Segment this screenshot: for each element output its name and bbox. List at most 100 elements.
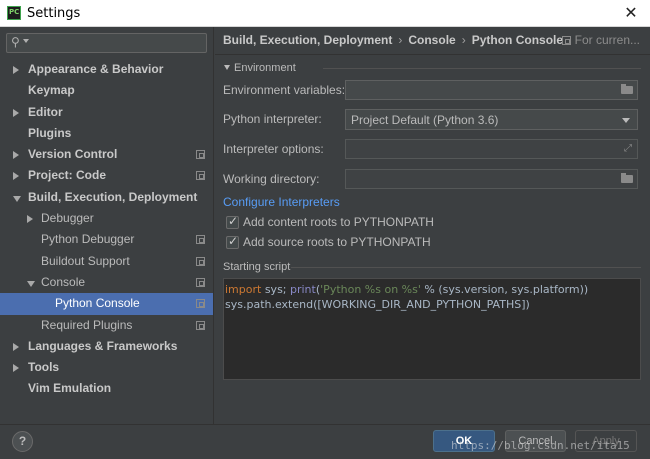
interpreter-options-field[interactable]: ⤢ (345, 139, 638, 159)
starting-script-title: Starting script (223, 261, 291, 273)
chevron-right-icon[interactable] (27, 215, 33, 224)
checkmark-icon: ✓ (228, 214, 239, 228)
help-button[interactable]: ? (12, 431, 33, 452)
close-icon[interactable]: ✕ (621, 3, 641, 23)
sidebar-item-label: Version Control (28, 147, 118, 162)
starting-script-editor[interactable]: import sys; print('Python %s on %s' % (s… (223, 278, 641, 380)
sidebar-item-label: Project: Code (28, 168, 107, 183)
environment-section-title[interactable]: Environment (224, 62, 296, 74)
code-line: import sys; print('Python %s on %s' % (s… (225, 283, 589, 296)
breadcrumb-item: Console (408, 33, 456, 47)
copy-icon (561, 36, 571, 45)
sidebar-item-label: Buildout Support (41, 253, 130, 268)
chevron-down-icon[interactable] (13, 195, 21, 202)
header-divider (215, 54, 650, 55)
sidebar-item-label: Debugger (41, 211, 94, 226)
sidebar-item-python-debugger[interactable]: Python Debugger (0, 229, 213, 250)
interpreter-value: Project Default (Python 3.6) (351, 113, 499, 127)
section-divider (291, 267, 641, 268)
chevron-right-icon[interactable] (13, 342, 19, 351)
copy-icon (196, 150, 205, 160)
breadcrumb: Build, Execution, Deployment › Console › Pyt… (223, 33, 563, 47)
sidebar-item-editor[interactable]: Editor (0, 102, 213, 123)
window-title: Settings (27, 6, 81, 21)
copy-icon (196, 171, 205, 181)
sidebar-item-build-execution-deployment[interactable]: Build, Execution, Deployment (0, 187, 213, 208)
sidebar-item-keymap[interactable]: Keymap (0, 80, 213, 101)
sidebar-item-required-plugins[interactable]: Required Plugins (0, 315, 213, 336)
window-titlebar: Settings ✕ (0, 0, 650, 27)
checkbox[interactable]: ✓ (226, 214, 239, 229)
settings-content: Build, Execution, Deployment › Console › Pyt… (215, 27, 650, 424)
sidebar-item-label: Required Plugins (41, 317, 133, 332)
working-dir-field[interactable] (345, 169, 638, 189)
env-vars-label: Environment variables: (223, 83, 346, 97)
checkbox[interactable]: ✓ (226, 234, 239, 249)
section-divider (323, 68, 641, 69)
chevron-down-icon[interactable] (27, 280, 35, 287)
ok-button[interactable]: OK (433, 430, 495, 452)
settings-tree: Appearance & Behavior Keymap Editor Plugins… (0, 59, 213, 400)
chevron-down-icon[interactable] (23, 39, 29, 43)
chevron-down-icon (622, 118, 630, 123)
copy-icon (196, 299, 205, 309)
sidebar-item-python-console[interactable]: Python Console (0, 293, 213, 315)
settings-sidebar: ⚲ Appearance & Behavior Keymap Editor Plugi… (0, 27, 214, 424)
chevron-right-icon[interactable] (13, 172, 19, 181)
dialog-footer: ? OK Cancel Apply https://blog.csdn.net/… (0, 424, 650, 459)
add-content-roots-label: Add content roots to PYTHONPATH (243, 215, 434, 229)
folder-icon[interactable] (621, 173, 633, 183)
pycharm-logo-icon (7, 6, 21, 20)
apply-button[interactable]: Apply (575, 430, 637, 452)
breadcrumb-item: Build, Execution, Deployment (223, 33, 393, 47)
breadcrumb-item: Python Console (471, 33, 564, 47)
sidebar-item-languages-frameworks[interactable]: Languages & Frameworks (0, 336, 213, 357)
for-current-project-label: For curren... (561, 33, 640, 47)
copy-icon (196, 320, 205, 330)
breadcrumb-separator: › (398, 33, 403, 47)
copy-icon (196, 256, 205, 266)
search-icon: ⚲ (11, 35, 20, 49)
interpreter-label: Python interpreter: (223, 112, 322, 126)
configure-interpreters-link[interactable]: Configure Interpreters (223, 195, 340, 209)
sidebar-item-label: Editor (28, 104, 63, 119)
copy-icon (196, 235, 205, 245)
interpreter-select[interactable]: Project Default (Python 3.6) (345, 109, 638, 130)
env-vars-field[interactable] (345, 80, 638, 100)
breadcrumb-separator: › (461, 33, 466, 47)
collapse-triangle-icon (224, 65, 230, 70)
sidebar-item-vim-emulation[interactable]: Vim Emulation (0, 378, 213, 399)
sidebar-item-label: Build, Execution, Deployment (28, 189, 198, 204)
sidebar-item-label: Keymap (28, 83, 75, 98)
sidebar-item-console[interactable]: Console (0, 272, 213, 293)
sidebar-item-appearance-behavior[interactable]: Appearance & Behavior (0, 59, 213, 80)
copy-icon (196, 277, 205, 287)
chevron-right-icon[interactable] (13, 364, 19, 373)
expand-icon[interactable]: ⤢ (624, 143, 632, 154)
sidebar-item-label: Languages & Frameworks (28, 338, 178, 353)
sidebar-item-label: Appearance & Behavior (28, 62, 164, 76)
for-current-text: For curren... (574, 33, 640, 47)
sidebar-item-label: Vim Emulation (28, 381, 112, 396)
sidebar-item-label: Plugins (28, 125, 72, 140)
cancel-button[interactable]: Cancel (505, 430, 566, 452)
interpreter-options-label: Interpreter options: (223, 142, 324, 156)
sidebar-item-buildout-support[interactable]: Buildout Support (0, 251, 213, 272)
sidebar-item-label: Console (41, 274, 86, 289)
sidebar-item-label: Python Debugger (41, 232, 135, 247)
sidebar-item-project-code[interactable]: Project: Code (0, 165, 213, 186)
checkmark-icon: ✓ (228, 234, 239, 248)
sidebar-item-label: Python Console (55, 296, 140, 311)
sidebar-item-version-control[interactable]: Version Control (0, 144, 213, 165)
code-line: sys.path.extend([WORKING_DIR_AND_PYTHON_… (225, 298, 530, 311)
sidebar-item-tools[interactable]: Tools (0, 357, 213, 378)
sidebar-item-plugins[interactable]: Plugins (0, 123, 213, 144)
chevron-right-icon[interactable] (13, 151, 19, 160)
chevron-right-icon[interactable] (13, 66, 19, 74)
working-dir-label: Working directory: (223, 172, 320, 186)
sidebar-item-debugger[interactable]: Debugger (0, 208, 213, 229)
settings-search-input[interactable]: ⚲ (6, 33, 207, 53)
folder-icon[interactable] (621, 84, 633, 94)
chevron-right-icon[interactable] (13, 108, 19, 117)
sidebar-item-label: Tools (28, 360, 60, 375)
